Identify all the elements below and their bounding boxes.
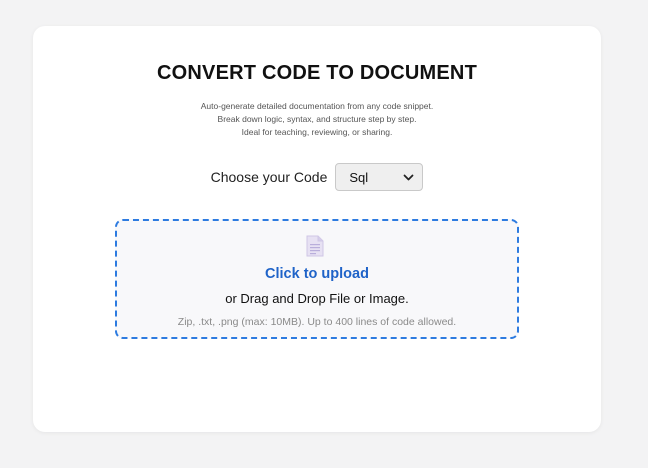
page-subtitle: Auto-generate detailed documentation fro… <box>33 100 601 139</box>
code-language-select[interactable]: Sql <box>335 163 424 191</box>
subtitle-line: Break down logic, syntax, and structure … <box>217 114 417 124</box>
code-chooser-label: Choose your Code <box>210 169 328 185</box>
document-icon <box>306 235 324 257</box>
subtitle-line: Ideal for teaching, reviewing, or sharin… <box>241 127 393 137</box>
subtitle-line: Auto-generate detailed documentation fro… <box>200 101 434 111</box>
code-language-value: Sql <box>349 169 369 185</box>
click-to-upload-link[interactable]: Click to upload <box>117 266 517 282</box>
upload-dropzone[interactable]: Click to upload or Drag and Drop File or… <box>115 219 519 339</box>
code-chooser: Choose your Code Sql <box>33 163 601 191</box>
converter-card: CONVERT CODE TO DOCUMENT Auto-generate d… <box>33 26 601 432</box>
page-title: CONVERT CODE TO DOCUMENT <box>157 62 477 84</box>
upload-hint: Zip, .txt, .png (max: 10MB). Up to 400 l… <box>177 316 457 328</box>
drag-drop-text: or Drag and Drop File or Image. <box>225 291 409 306</box>
chevron-down-icon <box>403 172 414 183</box>
